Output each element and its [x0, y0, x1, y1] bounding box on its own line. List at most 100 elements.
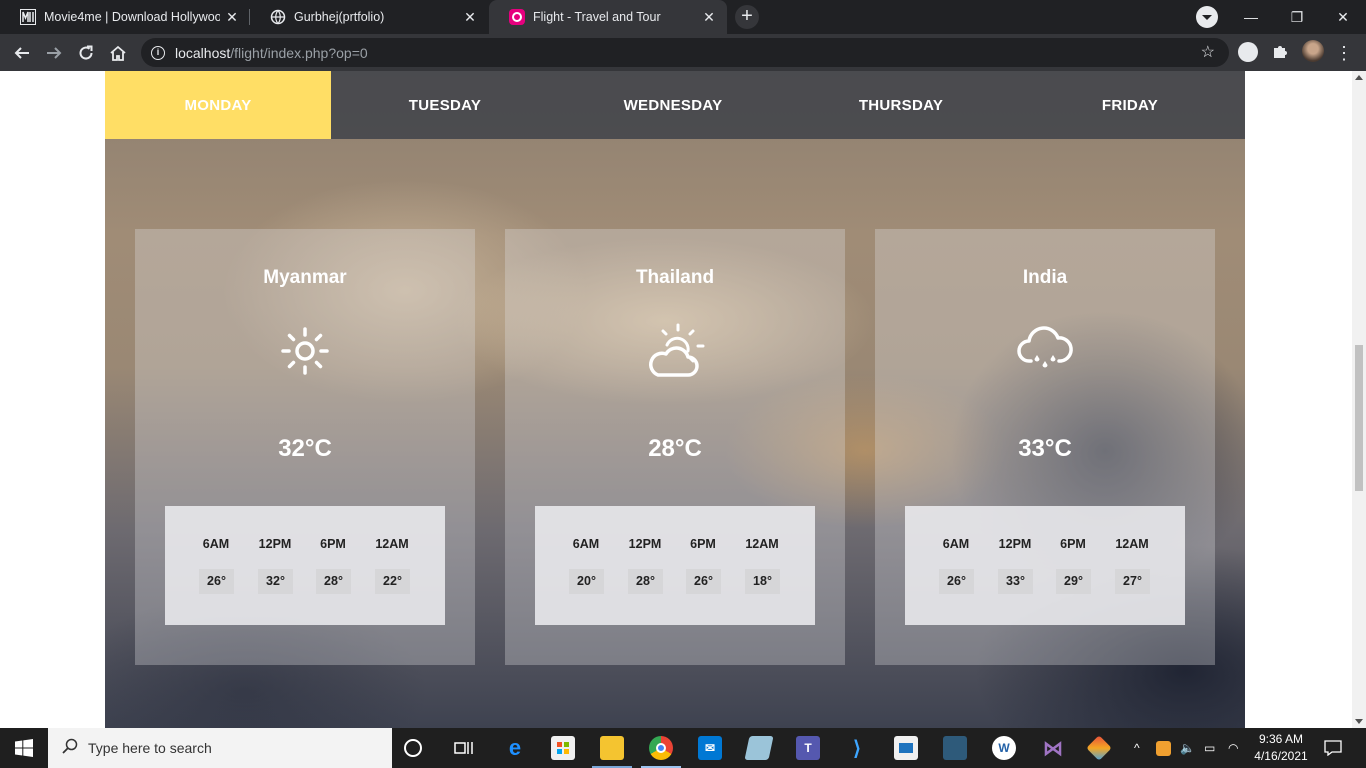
close-tab-icon[interactable]: ✕ [697, 9, 721, 26]
hour-temp: 29° [1056, 569, 1091, 594]
taskbar-search-box[interactable]: Type here to search [48, 728, 392, 768]
extension-icon[interactable] [1238, 42, 1258, 62]
url-host: localhost [175, 44, 231, 61]
cortana-icon[interactable] [404, 739, 422, 757]
browser-tab-strip: Movie4me | Download Hollywoo ✕ Gurbhej(p… [0, 0, 1366, 34]
weather-card: India 33°C 6AM 26° 12PM 33° 6PM 29° 12AM 27° [875, 229, 1215, 665]
close-tab-icon[interactable]: ✕ [458, 9, 482, 26]
volume-icon[interactable]: 🔈 [1180, 728, 1195, 768]
hour-temp: 26° [686, 569, 721, 594]
hour-label: 6AM [572, 537, 600, 551]
city-name: Thailand [635, 267, 715, 288]
sun-icon [275, 321, 335, 381]
back-icon[interactable] [8, 39, 36, 67]
menu-kebab-icon[interactable]: ⋮ [1330, 39, 1358, 67]
hour-label: 6PM [320, 537, 346, 551]
tray-app-icon[interactable] [1156, 728, 1171, 768]
close-tab-icon[interactable]: ✕ [220, 9, 244, 26]
site-info-icon[interactable]: i [151, 45, 165, 60]
chrome-icon[interactable] [649, 736, 673, 760]
windows-taskbar: Type here to search e ✉ T ⟩ W ⋈ ^ 🔈 ▭ ◠ … [0, 728, 1366, 768]
start-button[interactable] [0, 728, 48, 768]
avatar[interactable] [1302, 40, 1324, 62]
hour-temp: 22° [375, 569, 410, 594]
browser-tab-portfolio[interactable]: Gurbhej(prtfolio) ✕ [250, 0, 488, 34]
hour-temp: 33° [998, 569, 1033, 594]
rain-cloud-icon [1015, 321, 1075, 381]
day-tabs: MONDAY TUESDAY WEDNESDAY THURSDAY FRIDAY [105, 71, 1245, 139]
show-hidden-icons-icon[interactable]: ^ [1134, 728, 1140, 768]
clock-time: 9:36 AM [1258, 732, 1304, 746]
mail-icon[interactable]: ✉ [698, 736, 722, 760]
taskbar-clock[interactable]: 9:36 AM 4/16/2021 [1246, 731, 1316, 765]
hour-temp: 27° [1115, 569, 1150, 594]
vscode-icon[interactable]: ⟩ [845, 736, 869, 760]
wifi-icon[interactable]: ◠ [1228, 728, 1238, 768]
address-bar[interactable]: i localhost/flight/index.php?op=0 ☆ [141, 38, 1229, 67]
clock-date: 4/16/2021 [1254, 749, 1308, 763]
scroll-up-icon[interactable] [1355, 75, 1363, 80]
temperature: 33°C [1018, 435, 1072, 462]
hour-temp: 18° [745, 569, 780, 594]
extensions-puzzle-icon[interactable] [1270, 42, 1290, 62]
browser-tab-movie4me[interactable]: Movie4me | Download Hollywoo ✕ [0, 0, 250, 34]
hour-temp: 20° [569, 569, 604, 594]
new-tab-button[interactable]: + [735, 5, 759, 29]
teams-icon[interactable]: T [796, 736, 820, 760]
tab-search-icon[interactable] [1196, 6, 1218, 28]
store-icon[interactable] [551, 736, 575, 760]
visual-studio-icon[interactable]: ⋈ [1041, 736, 1065, 760]
city-name: Myanmar [263, 267, 347, 288]
forward-icon[interactable] [40, 39, 68, 67]
page-scrollbar[interactable] [1352, 71, 1366, 728]
hour-temp: 28° [628, 569, 663, 594]
tab-wednesday[interactable]: WEDNESDAY [559, 71, 787, 139]
hourly-forecast: 6AM 26° 12PM 32° 6PM 28° 12AM 22° [165, 506, 445, 625]
edge-icon[interactable]: e [503, 735, 527, 760]
tab-friday[interactable]: FRIDAY [1015, 71, 1245, 139]
hour-label: 6PM [1060, 537, 1086, 551]
hour-label: 12AM [745, 537, 779, 551]
tab-monday[interactable]: MONDAY [105, 71, 331, 139]
hour-label: 12PM [258, 537, 292, 551]
partly-cloudy-icon [645, 321, 705, 381]
app-window-icon[interactable] [894, 736, 918, 760]
page-viewport: MONDAY TUESDAY WEDNESDAY THURSDAY FRIDAY… [0, 71, 1352, 728]
browser-tab-flight[interactable]: Flight - Travel and Tour ✕ [489, 0, 727, 34]
tab-title: Movie4me | Download Hollywoo [44, 10, 220, 24]
flight-site-icon [509, 9, 525, 25]
minimize-icon[interactable]: — [1228, 0, 1274, 34]
weather-card: Myanmar 32°C 6AM 26° 12PM 32° 6PM 28° 12A [135, 229, 475, 665]
search-placeholder: Type here to search [88, 740, 212, 756]
notepad-icon[interactable] [744, 736, 774, 760]
battery-icon[interactable]: ▭ [1204, 728, 1215, 768]
reload-icon[interactable] [72, 39, 100, 67]
bookmark-star-icon[interactable]: ☆ [1201, 42, 1215, 62]
close-window-icon[interactable]: ✕ [1320, 0, 1366, 34]
mysql-workbench-icon[interactable] [943, 736, 967, 760]
tab-title: Flight - Travel and Tour [533, 10, 661, 24]
hour-temp: 26° [199, 569, 234, 594]
scrollbar-thumb[interactable] [1355, 345, 1363, 491]
movie4me-icon [20, 9, 36, 25]
url-path: /flight/index.php?op=0 [230, 44, 368, 61]
tab-tuesday[interactable]: TUESDAY [331, 71, 559, 139]
notifications-icon[interactable] [1324, 728, 1342, 768]
hour-label: 12PM [628, 537, 662, 551]
hour-temp: 32° [258, 569, 293, 594]
tab-thursday[interactable]: THURSDAY [787, 71, 1015, 139]
globe-icon [270, 9, 286, 25]
git-tool-icon[interactable] [1086, 735, 1112, 761]
home-icon[interactable] [104, 39, 132, 67]
file-explorer-icon[interactable] [600, 736, 624, 760]
city-name: India [1022, 267, 1068, 288]
word-app-icon[interactable]: W [992, 736, 1016, 760]
hour-label: 12AM [375, 537, 409, 551]
task-view-icon[interactable] [452, 736, 476, 760]
restore-icon[interactable]: ❐ [1274, 0, 1320, 34]
hourly-forecast: 6AM 20° 12PM 28° 6PM 26° 12AM 18° [535, 506, 815, 625]
temperature: 28°C [648, 435, 702, 462]
hour-temp: 28° [316, 569, 351, 594]
weather-section: MONDAY TUESDAY WEDNESDAY THURSDAY FRIDAY… [105, 71, 1245, 728]
scroll-down-icon[interactable] [1355, 719, 1363, 724]
